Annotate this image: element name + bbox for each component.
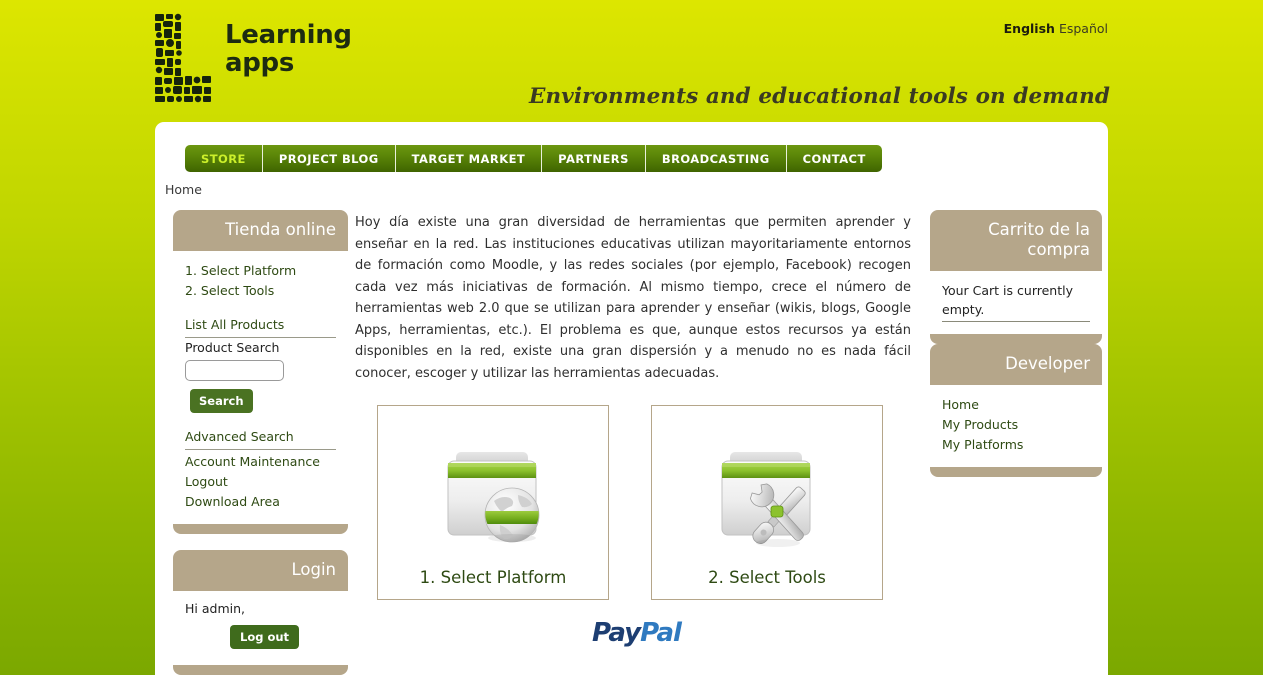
card-label-select-tools: 2. Select Tools <box>708 568 826 587</box>
nav-item-project-blog[interactable]: PROJECT BLOG <box>262 145 396 172</box>
sidebar-link-account-maintenance[interactable]: Account Maintenance <box>185 452 336 472</box>
site-tagline: Environments and educational tools on de… <box>529 84 1110 109</box>
panel-title-login: Login <box>291 560 336 579</box>
panel-body-developer: Home My Products My Platforms <box>930 384 1102 467</box>
nav-item-contact[interactable]: CONTACT <box>786 145 882 172</box>
learning-apps-logo-icon <box>153 12 215 104</box>
folder-tools-icon <box>704 436 830 562</box>
sidebar-link-logout[interactable]: Logout <box>185 472 336 492</box>
content-panel: STORE PROJECT BLOG TARGET MARKET PARTNER… <box>155 122 1108 675</box>
panel-body-store: 1. Select Platform 2. Select Tools List … <box>173 250 348 524</box>
card-select-platform[interactable]: 1. Select Platform <box>377 405 609 600</box>
product-cards: 1. Select Platform 2. Select Tools <box>377 405 883 600</box>
product-search-label: Product Search <box>185 339 280 355</box>
panel-title-developer: Developer <box>1005 354 1090 373</box>
sidebar-panel-cart: Carrito de la compra Your Cart is curren… <box>930 210 1102 344</box>
panel-body-login: Hi admin, Log out <box>173 590 348 665</box>
cart-empty-message: Your Cart is currently empty. <box>942 282 1073 317</box>
divider <box>942 320 1090 322</box>
nav-item-target-market[interactable]: TARGET MARKET <box>395 145 543 172</box>
nav-item-partners[interactable]: PARTNERS <box>542 145 646 172</box>
nav-item-store[interactable]: STORE <box>185 145 263 172</box>
panel-title-cart: Carrito de la compra <box>988 220 1090 259</box>
intro-paragraph: Hoy día existe una gran diversidad de he… <box>355 215 911 381</box>
sidebar-panel-login: Login Hi admin, Log out <box>173 550 348 675</box>
search-button[interactable]: Search <box>190 388 253 413</box>
sidebar-panel-developer: Developer Home My Products My Platforms <box>930 344 1102 477</box>
language-spanish[interactable]: Español <box>1059 21 1108 36</box>
breadcrumb[interactable]: Home <box>165 182 202 197</box>
paypal-logo[interactable]: PayPal <box>592 618 682 648</box>
paypal-logo-part-1: Pay <box>592 618 641 648</box>
site-logo[interactable]: Learning apps <box>153 12 352 104</box>
sidebar-link-select-platform[interactable]: 1. Select Platform <box>185 261 336 281</box>
sidebar-panel-store: Tienda online 1. Select Platform 2. Sele… <box>173 210 348 534</box>
folder-globe-icon <box>430 436 556 562</box>
developer-link-my-platforms[interactable]: My Platforms <box>942 435 1090 455</box>
log-out-button[interactable]: Log out <box>230 624 300 649</box>
sidebar-link-advanced-search[interactable]: Advanced Search <box>185 427 336 450</box>
developer-link-home[interactable]: Home <box>942 395 1090 415</box>
logo-line-2: apps <box>225 47 295 78</box>
product-search-input[interactable] <box>185 359 284 381</box>
sidebar-link-list-all-products[interactable]: List All Products <box>185 315 336 338</box>
panel-body-cart: Your Cart is currently empty. <box>930 270 1102 334</box>
card-select-tools[interactable]: 2. Select Tools <box>651 405 883 600</box>
page-header: Learning apps English Español Environment… <box>0 0 1263 120</box>
login-greeting: Hi admin, <box>185 600 245 616</box>
logo-line-1: Learning <box>225 20 352 50</box>
sidebar-link-download-area[interactable]: Download Area <box>185 492 336 512</box>
paypal-logo-part-2: Pal <box>640 618 682 648</box>
logo-wordmark: Learning apps <box>225 20 352 78</box>
main-navigation: STORE PROJECT BLOG TARGET MARKET PARTNER… <box>185 145 882 172</box>
panel-title-store: Tienda online <box>225 220 336 239</box>
nav-item-broadcasting[interactable]: BROADCASTING <box>645 145 787 172</box>
developer-link-my-products[interactable]: My Products <box>942 415 1090 435</box>
language-switcher: English Español <box>1004 21 1108 36</box>
card-label-select-platform: 1. Select Platform <box>419 568 567 587</box>
sidebar-link-select-tools[interactable]: 2. Select Tools <box>185 281 336 301</box>
language-english[interactable]: English <box>1004 21 1055 36</box>
